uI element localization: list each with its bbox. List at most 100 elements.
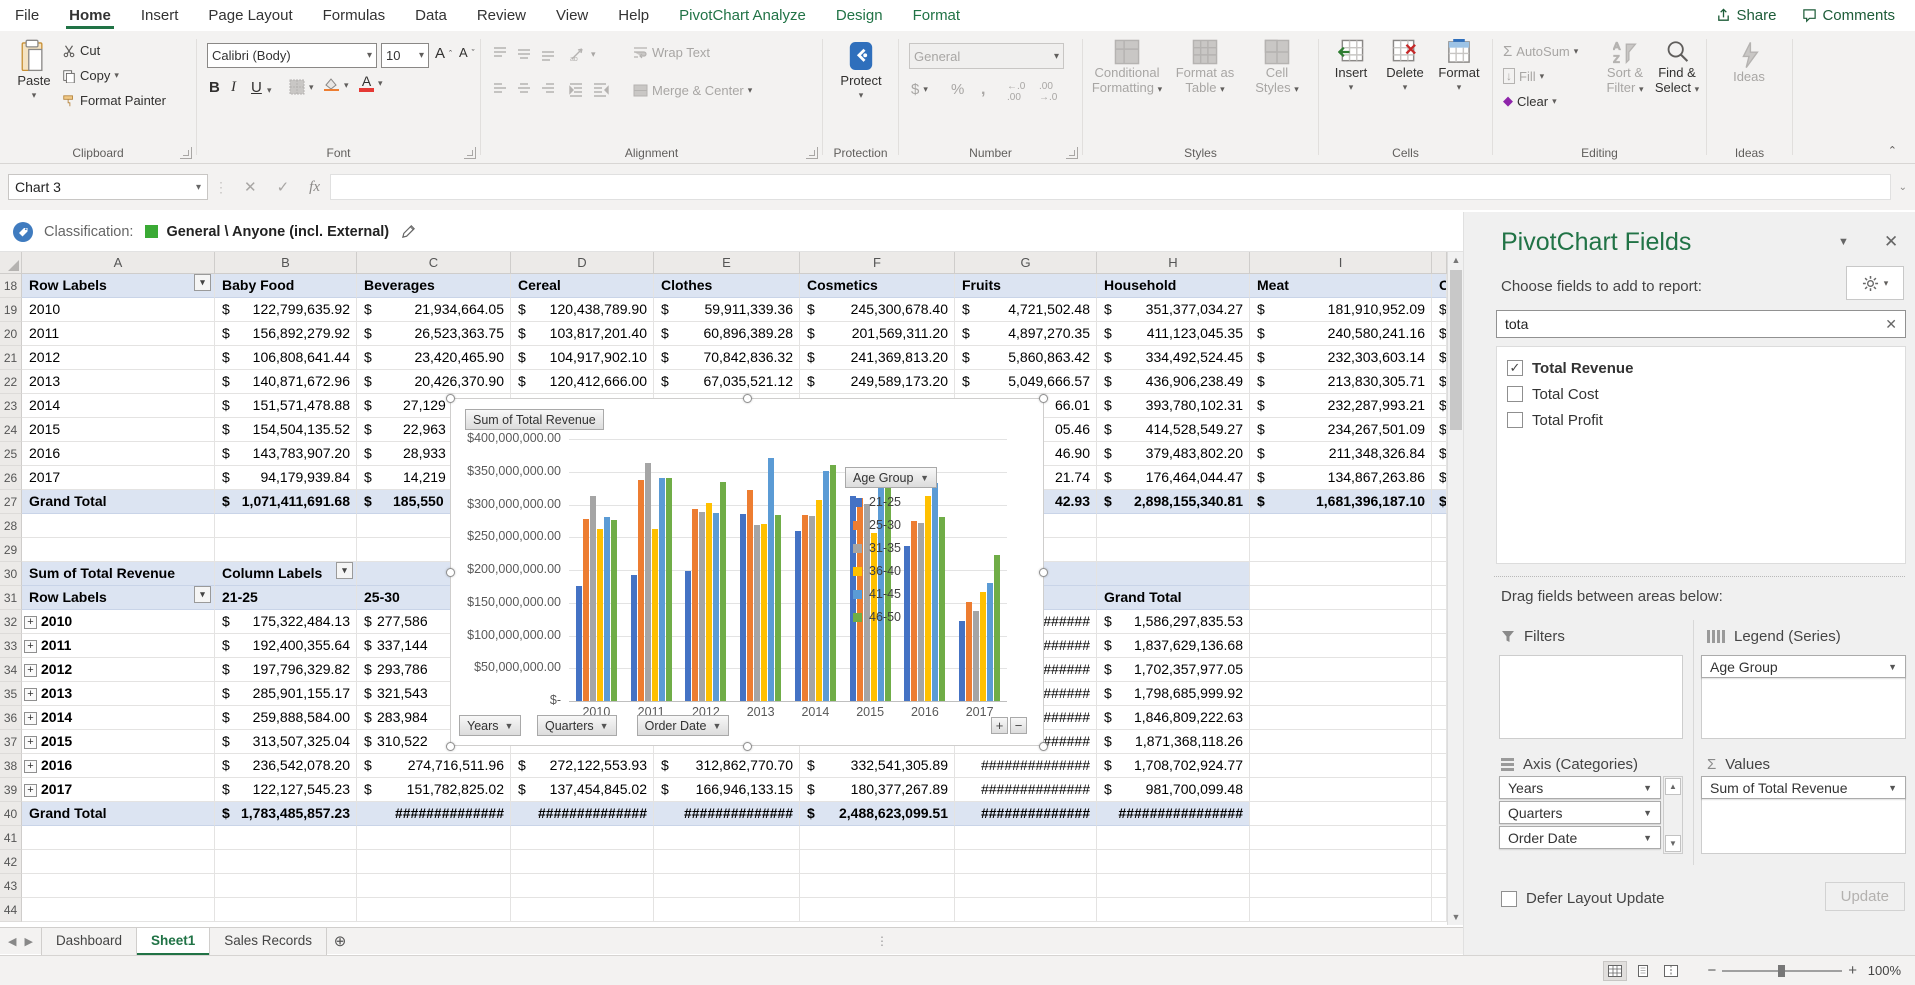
cell-A28[interactable]	[22, 514, 215, 538]
cell-H33[interactable]: $1,837,629,136.68	[1097, 634, 1250, 658]
cell-J27[interactable]: $	[1432, 490, 1447, 514]
bar-2010-41-45[interactable]	[604, 517, 610, 701]
ribbon-tab-design[interactable]: Design	[821, 0, 898, 31]
ribbon-tab-pivotchart-analyze[interactable]: PivotChart Analyze	[664, 0, 821, 31]
protect-button[interactable]: Protect▾	[837, 39, 885, 103]
filter-dropdown-icon[interactable]: ▾	[194, 274, 211, 291]
bar-2012-41-45[interactable]	[713, 513, 719, 701]
cell-A30[interactable]: Sum of Total Revenue	[22, 562, 215, 586]
cell-A35[interactable]: +2013	[22, 682, 215, 706]
bar-2012-36-40[interactable]	[706, 503, 712, 701]
cell-F22[interactable]: $249,589,173.20	[800, 370, 955, 394]
cell-I19[interactable]: $181,910,952.09	[1250, 298, 1432, 322]
cell-F40[interactable]: $2,488,623,099.51	[800, 802, 955, 826]
cell-E22[interactable]: $67,035,521.12	[654, 370, 800, 394]
cell-A36[interactable]: +2014	[22, 706, 215, 730]
ribbon-tab-data[interactable]: Data	[400, 0, 462, 31]
zoom-slider-thumb[interactable]	[1778, 965, 1785, 977]
cell-E18[interactable]: Clothes	[654, 274, 800, 298]
cell-J31[interactable]	[1432, 586, 1447, 610]
bar-2012-25-30[interactable]	[692, 509, 698, 701]
cell-G38[interactable]: ##############	[955, 754, 1097, 778]
enter-icon[interactable]: ✓	[267, 178, 300, 196]
cell-J23[interactable]: $	[1432, 394, 1447, 418]
bar-2010-46-50[interactable]	[611, 520, 617, 701]
tab-splitter-handle[interactable]: ⋮	[876, 934, 888, 948]
column-header-H[interactable]: H	[1097, 252, 1250, 274]
cell-I22[interactable]: $213,830,305.71	[1250, 370, 1432, 394]
expand-icon[interactable]: +	[24, 664, 37, 677]
ribbon-tab-view[interactable]: View	[541, 0, 603, 31]
column-header-E[interactable]: E	[654, 252, 800, 274]
cell-H28[interactable]	[1097, 514, 1250, 538]
bar-2013-41-45[interactable]	[768, 458, 774, 701]
column-header-C[interactable]: C	[357, 252, 511, 274]
cell-H18[interactable]: Household	[1097, 274, 1250, 298]
cell-G40[interactable]: ##############	[955, 802, 1097, 826]
cell-H22[interactable]: $436,906,238.49	[1097, 370, 1250, 394]
cell-E41[interactable]	[654, 826, 800, 850]
bar-2016-36-40[interactable]	[925, 496, 931, 701]
name-box[interactable]: Chart 3▾	[8, 174, 208, 200]
cell-G43[interactable]	[955, 874, 1097, 898]
bar-2010-31-35[interactable]	[590, 496, 596, 701]
row-header-25[interactable]: 25	[0, 442, 22, 466]
cell-A26[interactable]: 2017	[22, 466, 215, 490]
cell-J39[interactable]	[1432, 778, 1447, 802]
cell-A25[interactable]: 2016	[22, 442, 215, 466]
cell-F18[interactable]: Cosmetics	[800, 274, 955, 298]
row-header-39[interactable]: 39	[0, 778, 22, 802]
legend-field-age-group[interactable]: Age Group▼	[1701, 655, 1906, 678]
cell-B27[interactable]: $1,071,411,691.68	[215, 490, 357, 514]
format-as-table-button[interactable]: Format asTable ▾	[1169, 39, 1241, 97]
cell-F21[interactable]: $241,369,813.20	[800, 346, 955, 370]
chart-selection-handle[interactable]	[446, 742, 455, 751]
cell-B39[interactable]: $122,127,545.23	[215, 778, 357, 802]
fill-button[interactable]: ↓ Fill ▾	[1503, 68, 1544, 84]
cell-D19[interactable]: $120,438,789.90	[511, 298, 654, 322]
cell-E43[interactable]	[654, 874, 800, 898]
cell-I43[interactable]	[1250, 874, 1432, 898]
cell-H19[interactable]: $351,377,034.27	[1097, 298, 1250, 322]
cell-I42[interactable]	[1250, 850, 1432, 874]
bar-2014-41-45[interactable]	[823, 471, 829, 701]
wrap-text-button[interactable]: Wrap Text	[633, 45, 710, 60]
cell-D43[interactable]	[511, 874, 654, 898]
cell-C22[interactable]: $20,426,370.90	[357, 370, 511, 394]
cell-A22[interactable]: 2013	[22, 370, 215, 394]
cell-B44[interactable]	[215, 898, 357, 922]
cell-I27[interactable]: $1,681,396,187.10	[1250, 490, 1432, 514]
cell-A23[interactable]: 2014	[22, 394, 215, 418]
chart-selection-handle[interactable]	[1039, 742, 1048, 751]
row-header-35[interactable]: 35	[0, 682, 22, 706]
bar-2013-36-40[interactable]	[761, 524, 767, 701]
cell-C44[interactable]	[357, 898, 511, 922]
cell-I37[interactable]	[1250, 730, 1432, 754]
cell-H44[interactable]	[1097, 898, 1250, 922]
cell-B23[interactable]: $151,571,478.88	[215, 394, 357, 418]
cell-I26[interactable]: $134,867,263.86	[1250, 466, 1432, 490]
cell-E39[interactable]: $166,946,133.15	[654, 778, 800, 802]
zoom-level[interactable]: 100%	[1863, 963, 1901, 978]
row-header-19[interactable]: 19	[0, 298, 22, 322]
axis-scroll-down-icon[interactable]: ▼	[1665, 835, 1681, 852]
cell-E42[interactable]	[654, 850, 800, 874]
update-button[interactable]: Update	[1825, 882, 1905, 911]
cell-D39[interactable]: $137,454,845.02	[511, 778, 654, 802]
cell-J32[interactable]	[1432, 610, 1447, 634]
field-checkbox[interactable]: ✓	[1507, 360, 1523, 376]
cell-J37[interactable]	[1432, 730, 1447, 754]
bar-2011-46-50[interactable]	[666, 478, 672, 701]
cell-J21[interactable]: $	[1432, 346, 1447, 370]
bar-2012-31-35[interactable]	[699, 512, 705, 701]
ribbon-tab-file[interactable]: File	[0, 0, 54, 31]
cell-C42[interactable]	[357, 850, 511, 874]
cell-H21[interactable]: $334,492,524.45	[1097, 346, 1250, 370]
orientation-icon[interactable]: ab	[569, 46, 589, 62]
panel-close-icon[interactable]: ✕	[1884, 232, 1898, 252]
cell-B33[interactable]: $192,400,355.64	[215, 634, 357, 658]
bar-2013-31-35[interactable]	[754, 525, 760, 701]
row-header-44[interactable]: 44	[0, 898, 22, 922]
cell-G41[interactable]	[955, 826, 1097, 850]
cell-I30[interactable]	[1250, 562, 1432, 586]
